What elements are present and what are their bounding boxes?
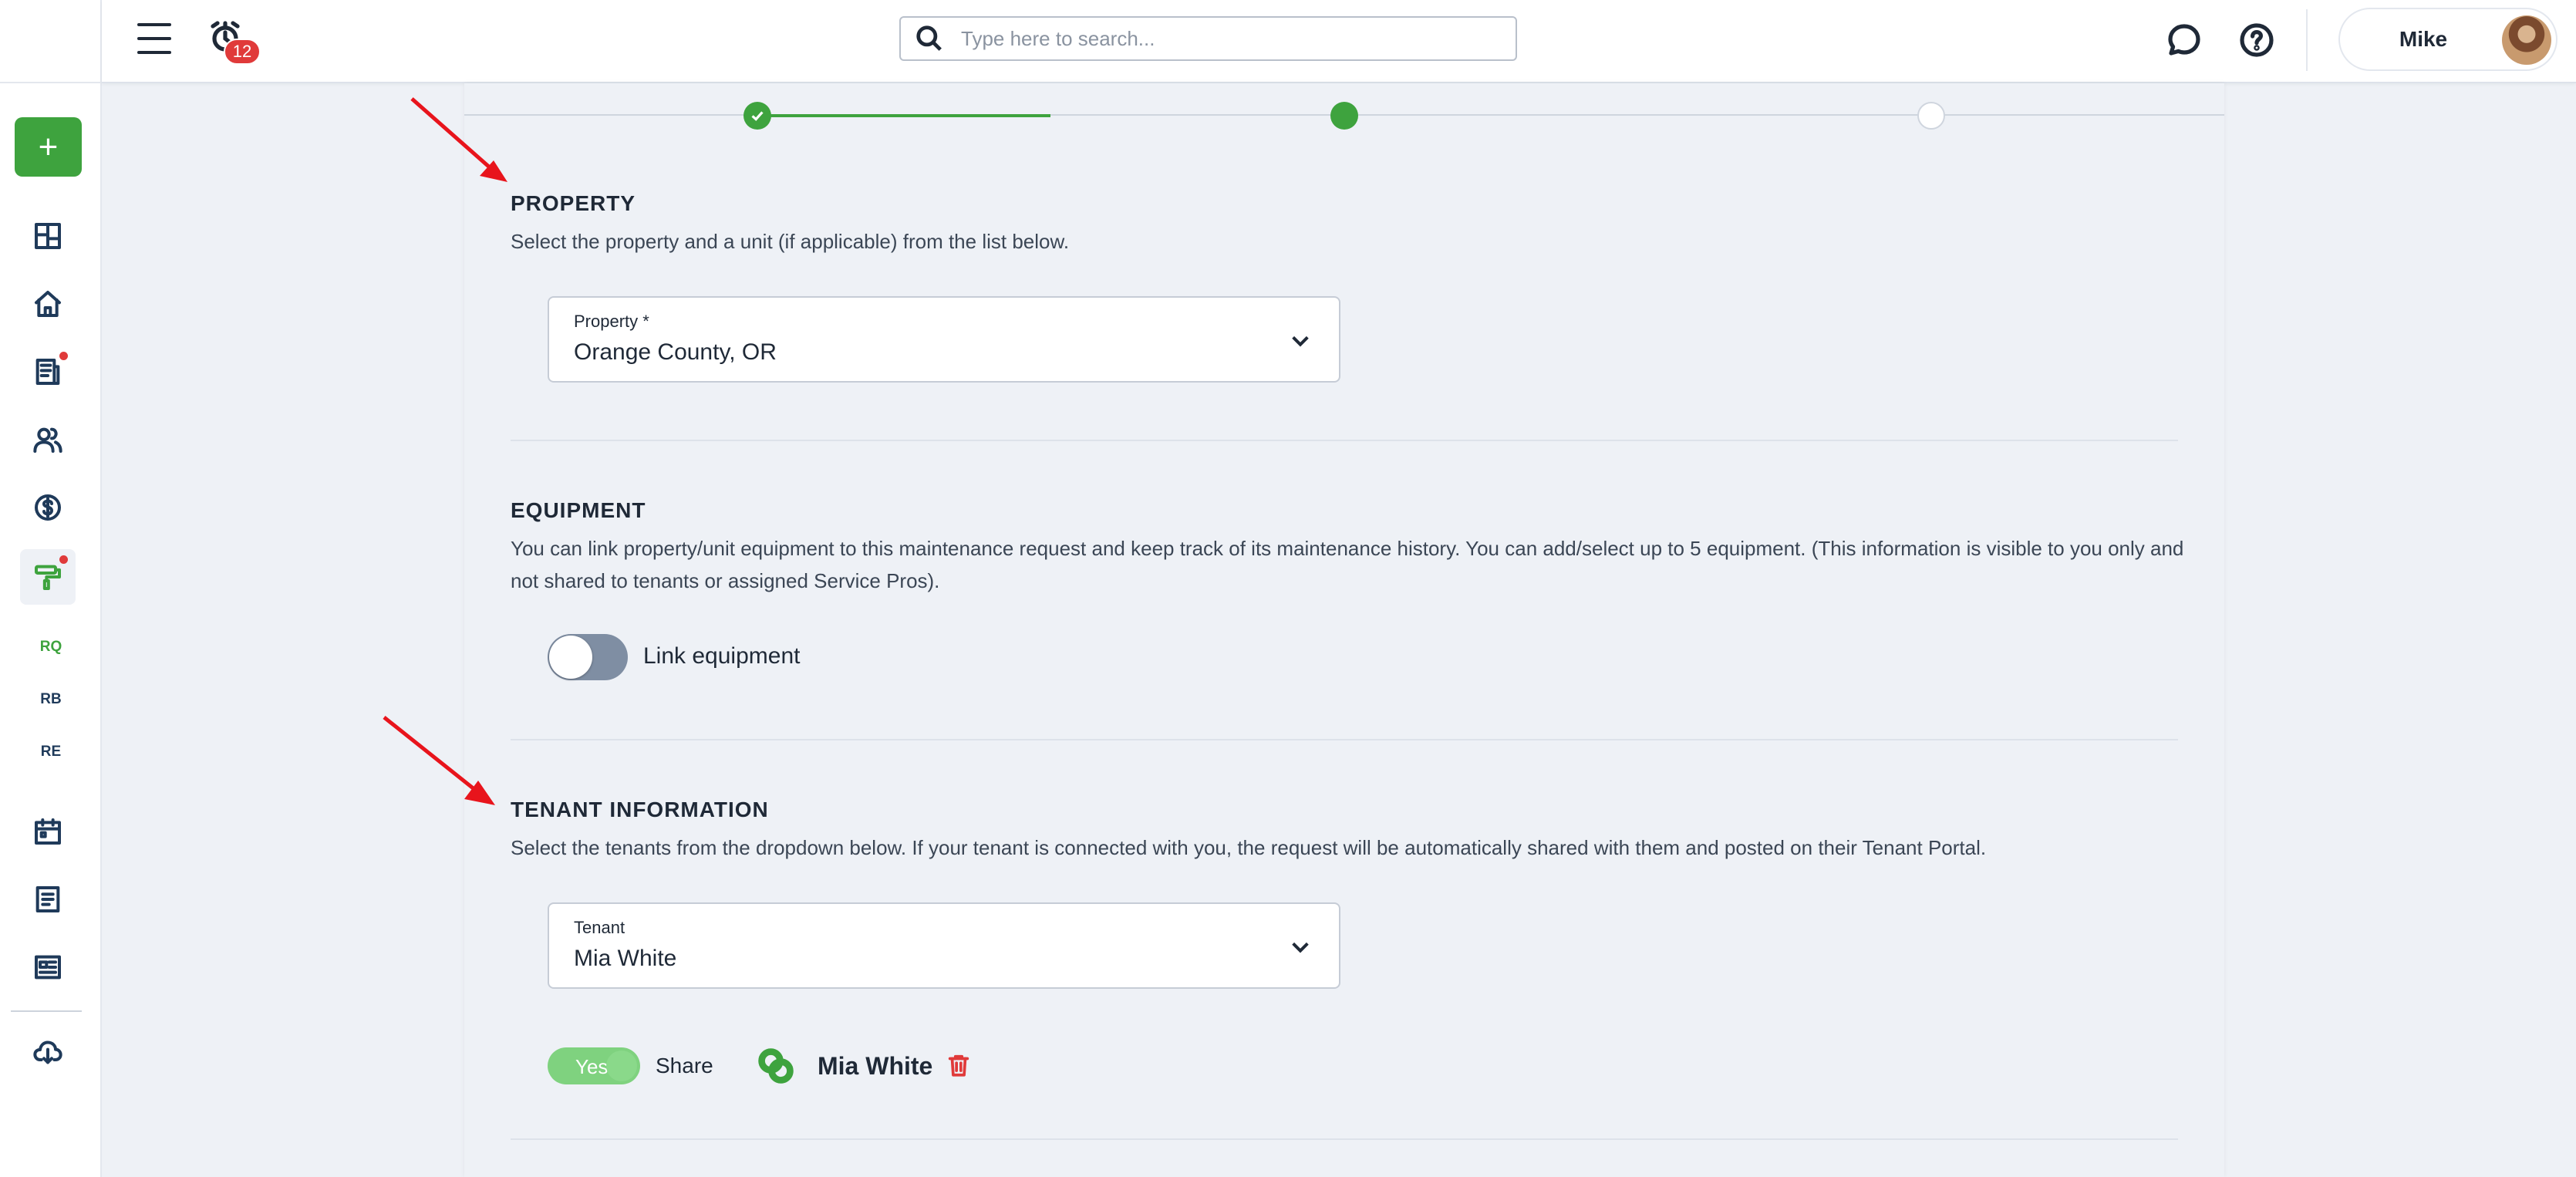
property-select-label: Property * [574,312,649,331]
help-button[interactable] [2235,19,2278,62]
paint-roller-icon [35,565,61,590]
sidebar-item-people[interactable] [20,412,76,467]
people-icon [33,427,62,453]
share-label: Share [656,1054,713,1078]
sidebar-item-dashboard[interactable] [20,208,76,264]
sidebar-sub-rb[interactable]: RB [0,691,102,708]
tenant-select-label: Tenant [574,918,625,937]
property-select[interactable]: Property * Orange County, OR [548,296,1340,383]
maintenance-request-form: PROPERTY Select the property and a unit … [464,83,2224,1177]
property-section-title: PROPERTY [511,191,636,215]
chat-bubble-icon [2168,24,2200,56]
sidebar-item-properties[interactable] [20,276,76,332]
annotation-arrow-tenant [381,714,504,810]
notification-dot [59,555,68,564]
step-1-complete[interactable] [743,102,771,130]
trash-icon [948,1054,969,1077]
tenant-select-value: Mia White [574,946,677,971]
search-icon [916,25,942,51]
chevron-down-icon [1288,935,1313,959]
document-icon [35,359,60,385]
delete-tenant-button[interactable] [946,1052,973,1080]
share-toggle[interactable]: Yes [548,1047,640,1084]
step-3-pending[interactable] [1917,102,1945,130]
calendar-icon [35,818,61,845]
messages-button[interactable] [2163,19,2206,62]
menu-icon[interactable] [137,23,171,54]
equipment-section-title: EQUIPMENT [511,498,646,522]
connected-tenant-icon [756,1046,796,1086]
alarm-button[interactable]: 12 [207,19,261,65]
home-icon [35,291,61,317]
sidebar-sub-re[interactable]: RE [0,744,102,760]
sidebar-item-maintenance[interactable] [20,549,76,605]
toggle-knob [606,1051,637,1081]
sidebar: + RQ RB RE [0,0,102,1177]
section-divider [511,739,2178,740]
sidebar-item-leasing[interactable] [20,344,76,400]
link-equipment-label: Link equipment [643,643,801,669]
search-bar[interactable] [899,16,1517,61]
section-divider [511,1138,2178,1140]
topbar: 12 Mike [102,0,2576,83]
dollar-icon [35,494,61,521]
user-menu[interactable]: Mike [2338,8,2557,71]
notification-dot [59,352,68,360]
search-input[interactable] [961,26,1485,51]
topbar-divider [2306,9,2308,71]
add-new-button[interactable]: + [15,117,82,177]
property-select-value: Orange County, OR [574,339,777,365]
sidebar-item-reports[interactable] [20,939,76,995]
avatar [2502,15,2551,65]
sidebar-item-calendar[interactable] [20,804,76,859]
dashboard-icon [35,223,61,249]
stepper-progress [757,114,1050,117]
notes-icon [35,886,60,912]
annotation-arrow-property [409,96,517,188]
sidebar-item-notes[interactable] [20,872,76,927]
property-section-description: Select the property and a unit (if appli… [511,230,1070,253]
sidebar-divider [11,1010,82,1012]
notification-count-badge: 12 [224,39,261,65]
sidebar-item-accounting[interactable] [20,480,76,535]
sidebar-item-download[interactable] [20,1024,76,1080]
toggle-knob [549,636,592,679]
tenant-section-title: TENANT INFORMATION [511,798,769,821]
sidebar-sub-rq[interactable]: RQ [0,639,102,656]
user-name: Mike [2399,27,2448,51]
link-equipment-toggle[interactable] [548,634,628,680]
selected-tenant-name: Mia White [818,1052,933,1080]
check-icon [751,111,764,121]
tenant-section-description: Select the tenants from the dropdown bel… [511,836,1987,859]
chevron-down-icon [1288,329,1313,353]
reports-icon [35,955,61,980]
equipment-section-description: You can link property/unit equipment to … [511,537,2184,592]
section-divider [511,440,2178,441]
sidebar-logo-area [0,0,100,83]
cloud-download-icon [33,1040,62,1064]
share-toggle-text: Yes [575,1055,609,1078]
help-icon [2240,23,2274,57]
tenant-select[interactable]: Tenant Mia White [548,902,1340,989]
step-2-current[interactable] [1330,102,1358,130]
